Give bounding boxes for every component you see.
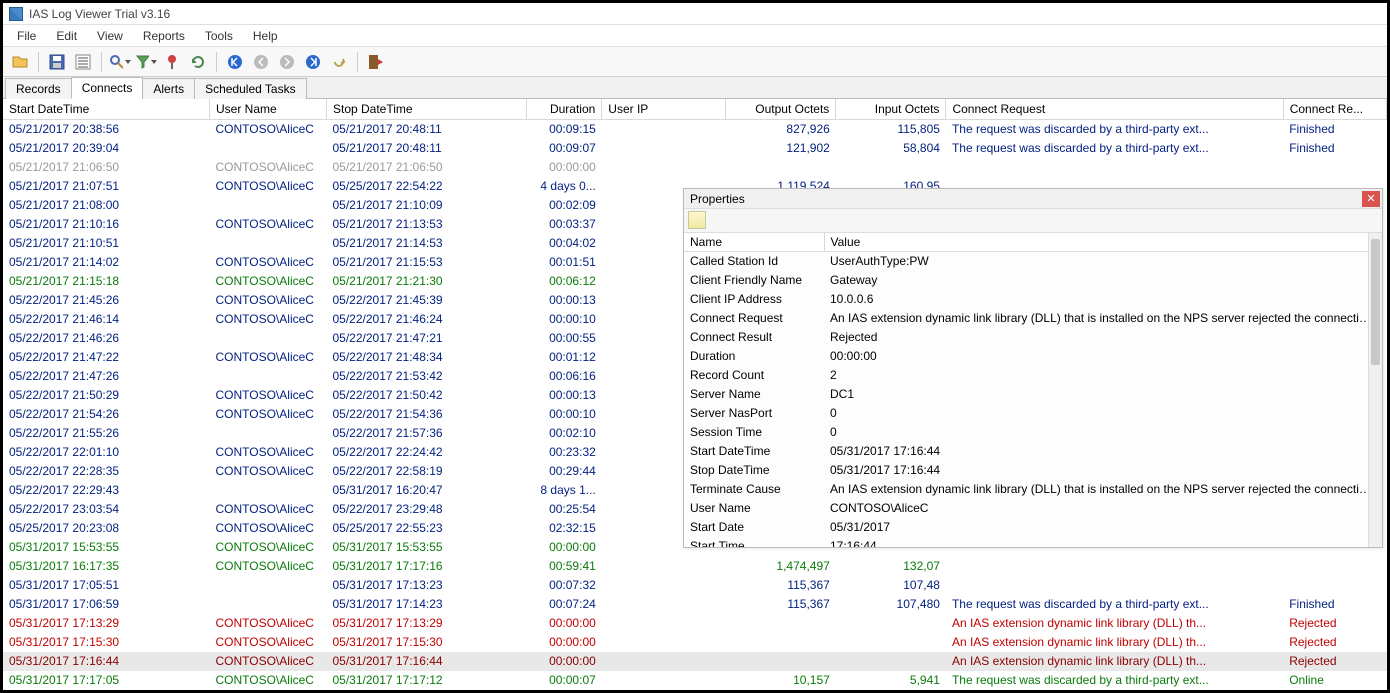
table-row[interactable]: 05/21/2017 20:38:56CONTOSO\AliceC05/21/2… (3, 120, 1387, 140)
property-row[interactable]: Duration00:00:00 (684, 347, 1382, 366)
app-icon (9, 7, 23, 21)
table-row[interactable]: 05/21/2017 21:06:50CONTOSO\AliceC05/21/2… (3, 158, 1387, 177)
column-header[interactable]: Connect Request (946, 99, 1283, 120)
property-row[interactable]: Session Time0 (684, 423, 1382, 442)
column-header[interactable]: User Name (209, 99, 326, 120)
scrollbar[interactable] (1368, 233, 1382, 547)
column-header[interactable]: Connect Re... (1283, 99, 1386, 120)
menu-reports[interactable]: Reports (133, 27, 195, 45)
property-row[interactable]: Terminate CauseAn IAS extension dynamic … (684, 480, 1382, 499)
property-row[interactable]: Server NameDC1 (684, 385, 1382, 404)
tab-connects[interactable]: Connects (71, 77, 144, 99)
property-row[interactable]: Connect ResultRejected (684, 328, 1382, 347)
properties-header-value: Value (824, 233, 1382, 252)
table-row[interactable]: 05/31/2017 17:16:44CONTOSO\AliceC05/31/2… (3, 652, 1387, 671)
property-row[interactable]: Start Date05/31/2017 (684, 518, 1382, 537)
properties-panel: Properties ✕ Name Value Called Station I… (683, 188, 1383, 548)
property-row[interactable]: Stop DateTime05/31/2017 17:16:44 (684, 461, 1382, 480)
table-row[interactable]: 05/31/2017 17:13:29CONTOSO\AliceC05/31/2… (3, 614, 1387, 633)
pin-icon[interactable] (161, 51, 183, 73)
nav-prev-icon[interactable] (250, 51, 272, 73)
properties-title: Properties (690, 192, 745, 206)
properties-grid: Name Value Called Station IdUserAuthType… (684, 233, 1382, 547)
tab-bar: RecordsConnectsAlertsScheduled Tasks (3, 77, 1387, 99)
table-row[interactable]: 05/31/2017 17:17:05CONTOSO\AliceC05/31/2… (3, 671, 1387, 690)
nav-next-icon[interactable] (276, 51, 298, 73)
exit-icon[interactable] (365, 51, 387, 73)
menu-edit[interactable]: Edit (46, 27, 87, 45)
properties-toolbar (684, 209, 1382, 233)
tab-records[interactable]: Records (5, 78, 72, 99)
open-icon[interactable] (9, 51, 31, 73)
table-row[interactable]: 05/31/2017 16:17:35CONTOSO\AliceC05/31/2… (3, 557, 1387, 576)
properties-titlebar[interactable]: Properties ✕ (684, 189, 1382, 209)
column-header[interactable]: Duration (526, 99, 602, 120)
table-row[interactable]: 05/31/2017 17:05:5105/31/2017 17:13:2300… (3, 576, 1387, 595)
menu-help[interactable]: Help (243, 27, 288, 45)
list-icon[interactable] (72, 51, 94, 73)
property-row[interactable]: User NameCONTOSO\AliceC (684, 499, 1382, 518)
tab-alerts[interactable]: Alerts (142, 78, 195, 99)
property-row[interactable]: Start DateTime05/31/2017 17:16:44 (684, 442, 1382, 461)
property-row[interactable]: Client IP Address10.0.0.6 (684, 290, 1382, 309)
window-title: IAS Log Viewer Trial v3.16 (29, 7, 170, 21)
column-header[interactable]: Start DateTime (3, 99, 209, 120)
property-row[interactable]: Start Time17:16:44 (684, 537, 1382, 547)
redo-icon[interactable] (328, 51, 350, 73)
close-icon[interactable]: ✕ (1362, 191, 1380, 207)
menu-view[interactable]: View (87, 27, 133, 45)
property-row[interactable]: Connect RequestAn IAS extension dynamic … (684, 309, 1382, 328)
menu-tools[interactable]: Tools (195, 27, 243, 45)
column-header[interactable]: Input Octets (836, 99, 946, 120)
table-row[interactable]: 05/21/2017 20:39:0405/21/2017 20:48:1100… (3, 139, 1387, 158)
nav-last-icon[interactable] (302, 51, 324, 73)
property-row[interactable]: Called Station IdUserAuthType:PW (684, 252, 1382, 272)
table-header-row: Start DateTimeUser NameStop DateTimeDura… (3, 99, 1387, 120)
nav-first-icon[interactable] (224, 51, 246, 73)
search-icon[interactable] (109, 51, 131, 73)
properties-header-name: Name (684, 233, 824, 252)
tab-scheduled-tasks[interactable]: Scheduled Tasks (194, 78, 307, 99)
property-row[interactable]: Record Count2 (684, 366, 1382, 385)
property-row[interactable]: Server NasPort0 (684, 404, 1382, 423)
title-bar: IAS Log Viewer Trial v3.16 (3, 3, 1387, 25)
toolbar (3, 47, 1387, 77)
column-header[interactable]: User IP (602, 99, 726, 120)
column-header[interactable]: Output Octets (726, 99, 836, 120)
column-header[interactable]: Stop DateTime (326, 99, 526, 120)
filter-icon[interactable] (135, 51, 157, 73)
save-icon[interactable] (46, 51, 68, 73)
table-row[interactable]: 05/31/2017 17:15:30CONTOSO\AliceC05/31/2… (3, 633, 1387, 652)
property-row[interactable]: Client Friendly NameGateway (684, 271, 1382, 290)
menu-file[interactable]: File (7, 27, 46, 45)
table-row[interactable]: 05/31/2017 17:06:5905/31/2017 17:14:2300… (3, 595, 1387, 614)
menu-bar: FileEditViewReportsToolsHelp (3, 25, 1387, 47)
refresh-icon[interactable] (187, 51, 209, 73)
categorize-icon[interactable] (688, 211, 706, 229)
